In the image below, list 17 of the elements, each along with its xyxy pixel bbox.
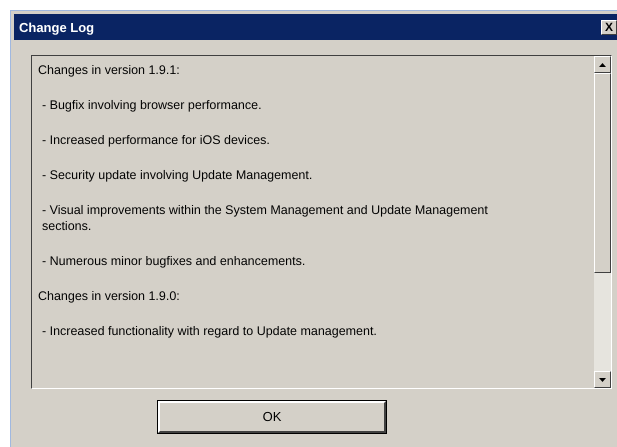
scrollbar[interactable] [594,56,611,388]
log-entry: - Visual improvements within the System Management and Update Management sections. [41,202,489,234]
log-heading: Changes in version 1.9.0: [38,288,181,304]
ok-button[interactable]: OK [158,401,386,433]
log-entry: - Bugfix involving browser performance. [41,97,263,113]
down-arrow-icon [599,378,606,382]
scroll-down-button[interactable] [594,371,611,388]
log-heading: Changes in version 1.9.1: [38,62,181,78]
scroll-thumb[interactable] [594,73,611,273]
log-entry: - Increased performance for iOS devices. [41,132,271,148]
scroll-up-button[interactable] [594,56,611,73]
close-button[interactable]: X [601,20,617,34]
up-arrow-icon [599,62,606,66]
window-title: Change Log [18,20,94,34]
log-entry: - Increased functionality with regard to Update management. [41,323,378,339]
log-entry: - Security update involving Update Management. [41,167,314,183]
log-entry: - Numerous minor bugfixes and enhancements. [41,253,306,269]
